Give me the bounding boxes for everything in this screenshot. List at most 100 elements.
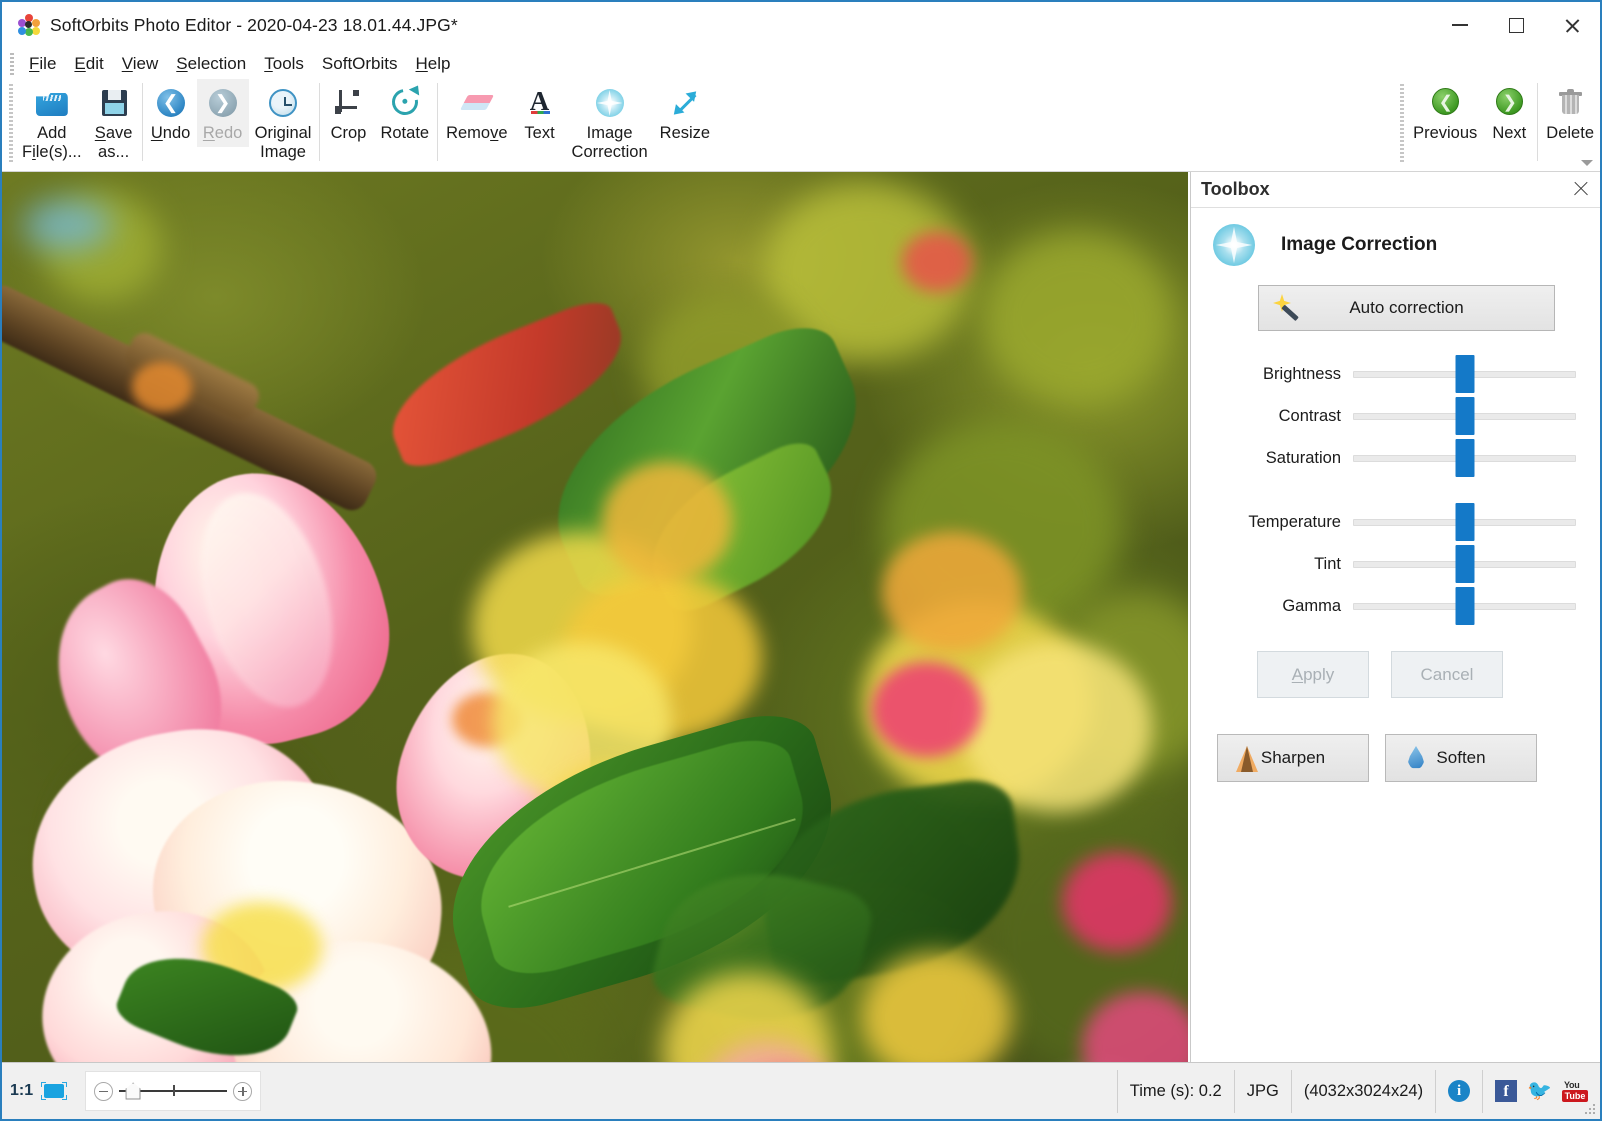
rotate-label: Rotate xyxy=(380,124,429,143)
menu-drag-grip[interactable] xyxy=(10,53,14,75)
fit-to-window-icon[interactable] xyxy=(41,1082,67,1100)
brightness-slider-thumb[interactable] xyxy=(1455,355,1474,393)
next-button[interactable]: ❯ Next xyxy=(1483,79,1535,147)
toolbox-body: Image Correction Auto correction Brightn… xyxy=(1191,208,1600,782)
twitter-icon[interactable]: 🐦 xyxy=(1527,1081,1552,1101)
zoom-slider-track[interactable] xyxy=(119,1090,227,1092)
tint-slider-thumb[interactable] xyxy=(1455,545,1474,583)
menu-item-edit[interactable]: Edit xyxy=(65,52,112,76)
undo-label: Undo xyxy=(151,124,190,143)
redo-label: Redo xyxy=(203,124,242,143)
minimize-button[interactable] xyxy=(1432,2,1488,48)
original-image-button[interactable]: OriginalImage xyxy=(249,79,318,166)
previous-button[interactable]: ❮ Previous xyxy=(1407,79,1483,147)
info-icon[interactable]: i xyxy=(1448,1080,1470,1102)
maximize-button[interactable] xyxy=(1488,2,1544,48)
slider-row-tint: Tint xyxy=(1205,543,1586,585)
resize-label: Resize xyxy=(660,124,710,143)
save-as-button[interactable]: Saveas... xyxy=(88,79,140,166)
temperature-label: Temperature xyxy=(1205,513,1353,532)
brightness-label: Brightness xyxy=(1205,365,1353,384)
previous-arrow-icon: ❮ xyxy=(1428,86,1462,120)
menu-item-softorbits[interactable]: SoftOrbits xyxy=(313,52,407,76)
toolbox-panel: Toolbox Image Correction Auto correction… xyxy=(1190,172,1600,1062)
magic-wand-icon xyxy=(1273,294,1303,324)
original-image-label: OriginalImage xyxy=(255,124,312,162)
youtube-icon[interactable]: You Tube xyxy=(1562,1080,1588,1102)
save-as-label: Saveas... xyxy=(95,124,133,162)
facebook-icon[interactable]: f xyxy=(1495,1080,1517,1102)
format-cell: JPG xyxy=(1235,1070,1292,1113)
status-bar: 1:1 Time (s): 0.2 JPG (4032x3024x24) i f… xyxy=(2,1062,1600,1119)
cancel-button[interactable]: Cancel xyxy=(1391,651,1503,698)
temperature-slider-thumb[interactable] xyxy=(1455,503,1474,541)
add-files-button[interactable]: AddFile(s)... xyxy=(16,79,88,166)
previous-label: Previous xyxy=(1413,124,1477,143)
floppy-disk-icon xyxy=(97,86,131,120)
app-logo-icon xyxy=(18,14,40,36)
toolbox-close-icon[interactable] xyxy=(1572,180,1590,198)
zoom-slider-handle[interactable] xyxy=(126,1083,141,1100)
auto-correction-button[interactable]: Auto correction xyxy=(1258,285,1555,331)
folder-icon xyxy=(35,86,69,120)
clock-icon xyxy=(266,86,300,120)
menu-item-help[interactable]: Help xyxy=(407,52,460,76)
toolbar-separator xyxy=(319,83,320,161)
redo-button[interactable]: ❯ Redo xyxy=(197,79,249,147)
info-cell[interactable]: i xyxy=(1436,1070,1483,1113)
soften-label: Soften xyxy=(1436,748,1485,768)
contrast-slider-thumb[interactable] xyxy=(1455,397,1474,435)
image-canvas[interactable] xyxy=(2,172,1188,1062)
image-correction-button[interactable]: ImageCorrection xyxy=(566,79,654,166)
zoom-out-button[interactable] xyxy=(94,1082,113,1101)
slider-row-contrast: Contrast xyxy=(1205,395,1586,437)
saturation-slider[interactable] xyxy=(1353,455,1576,462)
menu-item-tools[interactable]: Tools xyxy=(255,52,313,76)
resize-arrow-icon xyxy=(668,86,702,120)
application-window: SoftOrbits Photo Editor - 2020-04-23 18.… xyxy=(0,0,1602,1121)
star-burst-icon xyxy=(593,86,627,120)
close-icon xyxy=(1564,17,1581,34)
gamma-slider[interactable] xyxy=(1353,603,1576,610)
text-button[interactable]: A Text xyxy=(514,79,566,147)
main-toolbar: AddFile(s)... Saveas... ❮ Undo ❯ Redo Or… xyxy=(2,79,1600,172)
menu-item-file[interactable]: File xyxy=(20,52,65,76)
toolbar-right-grip[interactable] xyxy=(1400,84,1404,164)
window-title: SoftOrbits Photo Editor - 2020-04-23 18.… xyxy=(50,15,458,36)
text-label: Text xyxy=(524,124,554,143)
rotate-icon xyxy=(388,86,422,120)
auto-correction-label: Auto correction xyxy=(1349,298,1463,318)
remove-button[interactable]: Remove xyxy=(440,79,513,147)
apply-button[interactable]: Apply xyxy=(1257,651,1369,698)
toolbar-separator xyxy=(437,83,438,161)
saturation-slider-thumb[interactable] xyxy=(1455,439,1474,477)
close-button[interactable] xyxy=(1544,2,1600,48)
menu-item-view[interactable]: View xyxy=(113,52,168,76)
rotate-button[interactable]: Rotate xyxy=(374,79,435,147)
zoom-ratio-label[interactable]: 1:1 xyxy=(2,1082,41,1100)
delete-button[interactable]: Delete xyxy=(1540,79,1600,147)
photo-apple-blossom xyxy=(2,172,1188,1062)
toolbar-overflow-chevron-down-icon[interactable] xyxy=(1580,157,1594,169)
menu-item-selection[interactable]: Selection xyxy=(167,52,255,76)
sharpen-soften-row: Sharpen Soften xyxy=(1217,734,1586,782)
gamma-slider-thumb[interactable] xyxy=(1455,587,1474,625)
undo-button[interactable]: ❮ Undo xyxy=(145,79,197,147)
brightness-slider[interactable] xyxy=(1353,371,1576,378)
redo-arrow-icon: ❯ xyxy=(206,86,240,120)
toolbox-header: Toolbox xyxy=(1191,172,1600,208)
tint-slider[interactable] xyxy=(1353,561,1576,568)
youtube-bottom-text: Tube xyxy=(1562,1090,1588,1102)
crop-button[interactable]: Crop xyxy=(322,79,374,147)
zoom-slider-control[interactable] xyxy=(85,1071,261,1111)
resize-grip-icon[interactable] xyxy=(1583,1102,1597,1116)
toolbar-separator xyxy=(142,83,143,161)
temperature-slider[interactable] xyxy=(1353,519,1576,526)
zoom-in-button[interactable] xyxy=(233,1082,252,1101)
toolbar-drag-grip[interactable] xyxy=(9,84,13,164)
resize-button[interactable]: Resize xyxy=(654,79,716,147)
contrast-slider[interactable] xyxy=(1353,413,1576,420)
toolbar-right-group: ❮ Previous ❯ Next Delete xyxy=(1393,79,1600,164)
sharpen-button[interactable]: Sharpen xyxy=(1217,734,1369,782)
soften-button[interactable]: Soften xyxy=(1385,734,1537,782)
